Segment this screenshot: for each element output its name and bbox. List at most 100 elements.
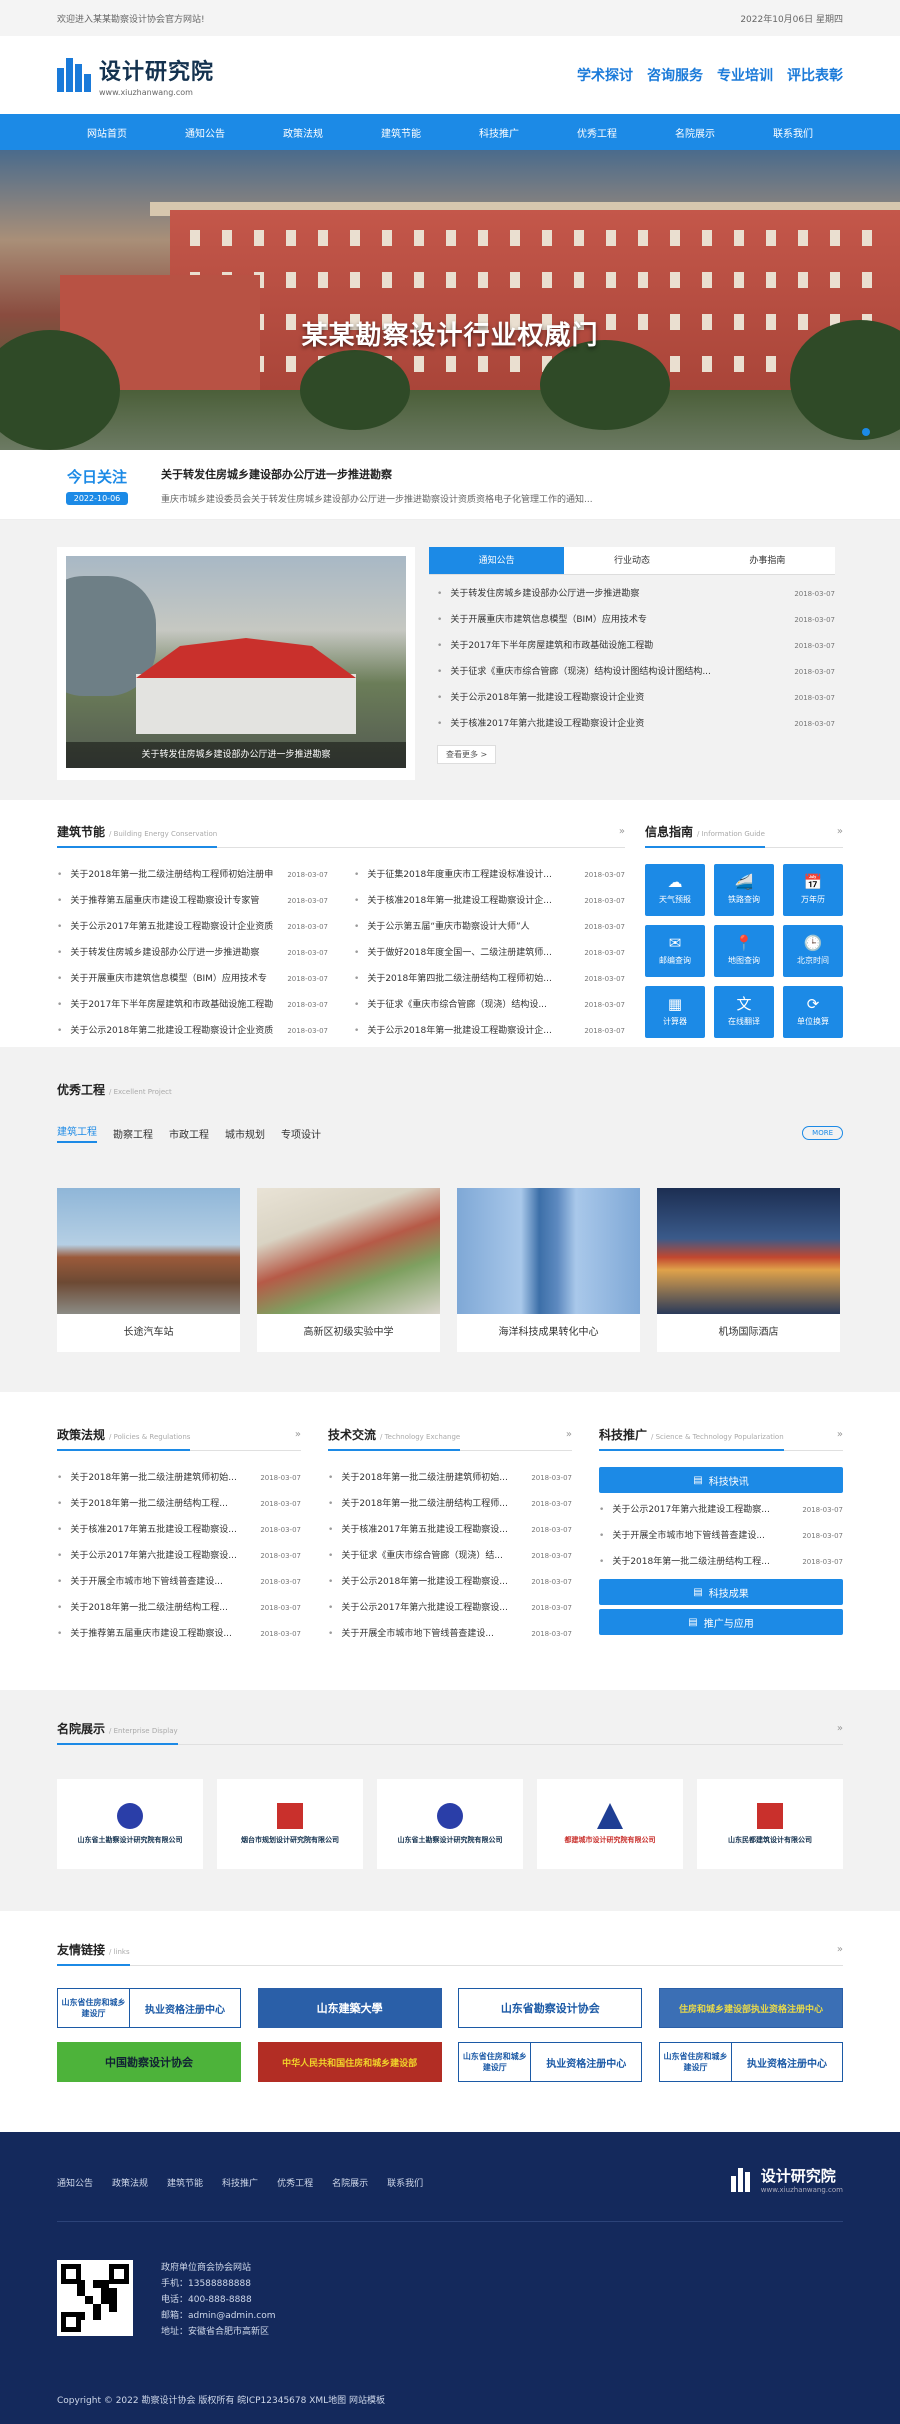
arrow-icon[interactable]: » [837, 826, 843, 837]
slider-dot[interactable] [862, 428, 870, 436]
brand-card[interactable]: 都建城市设计研究院有限公司 [537, 1779, 683, 1869]
list-item[interactable]: 关于推荐第五届重庆市建设工程勘察设...2018-03-07 [57, 1621, 301, 1647]
nav-item[interactable]: 政策法规 [263, 125, 343, 140]
list-item[interactable]: 关于公示2018年第二批建设工程勘察设计企业资质2018-03-07 [57, 1018, 328, 1044]
project-card[interactable]: 海洋科技成果转化中心 [457, 1188, 640, 1352]
list-item[interactable]: 关于转发住房城乡建设部办公厅进一步推进勘察2018-03-07 [57, 940, 328, 966]
list-item[interactable]: 关于开展重庆市建筑信息模型（BIM）应用技术专2018-03-07 [429, 607, 835, 633]
list-item[interactable]: 关于2017年下半年房屋建筑和市政基础设施工程勘2018-03-07 [57, 992, 328, 1018]
list-item[interactable]: 关于转发住房城乡建设部办公厅进一步推进勘察2018-03-07 [429, 581, 835, 607]
railway-button[interactable]: 🚄 铁路查询 [714, 864, 774, 916]
footer-link[interactable]: 优秀工程 [277, 2176, 313, 2189]
list-item[interactable]: 关于公示2017年第六批建设工程勘察设...2018-03-07 [57, 1543, 301, 1569]
friend-link[interactable]: 山东省住房和城乡建设厅 执业资格注册中心 [57, 1988, 241, 2028]
translate-button[interactable]: 文在线翻译 [714, 986, 774, 1038]
arrow-icon[interactable]: » [566, 1429, 572, 1440]
list-item[interactable]: 关于核准2017年第五批建设工程勘察设...2018-03-07 [328, 1517, 572, 1543]
tab-planning[interactable]: 城市规划 [225, 1126, 265, 1141]
header-link[interactable]: 咨询服务 [647, 65, 703, 85]
brand-card[interactable]: 山东省土勘察设计研究院有限公司 [377, 1779, 523, 1869]
list-item[interactable]: 关于公示第五届“重庆市勘察设计大师”人2018-03-07 [354, 914, 625, 940]
footer-logo[interactable]: 设计研究院 www.xiuzhanwang.com [730, 2165, 843, 2194]
arrow-icon[interactable]: » [837, 1429, 843, 1440]
header-link[interactable]: 评比表彰 [787, 65, 843, 85]
map-button[interactable]: 📍 地图查询 [714, 925, 774, 977]
list-item[interactable]: 关于2017年下半年房屋建筑和市政基础设施工程勘2018-03-07 [429, 633, 835, 659]
promotion-button[interactable]: ▤ 推广与应用 [599, 1609, 843, 1635]
list-item[interactable]: 关于2018年第一批二级注册结构工程...2018-03-07 [57, 1595, 301, 1621]
friend-link[interactable]: 山东建築大學 [257, 1988, 442, 2028]
friend-link[interactable]: 山东省勘察设计协会 [458, 1988, 643, 2028]
footer-link[interactable]: 政策法规 [112, 2176, 148, 2189]
list-item[interactable]: 关于公示2017年第六批建设工程勘察...2018-03-07 [599, 1497, 843, 1523]
more-button[interactable]: 查看更多 > [437, 745, 497, 764]
nav-item[interactable]: 名院展示 [655, 125, 735, 140]
list-item[interactable]: 关于公示2018年第一批建设工程勘察设计企业资2018-03-07 [429, 685, 835, 711]
brand-card[interactable]: 山东民都建筑设计有限公司 [697, 1779, 843, 1869]
friend-link[interactable]: 中华人民共和国住房和城乡建设部 [257, 2042, 442, 2082]
friend-link[interactable]: 中国勘察设计协会 [57, 2042, 241, 2082]
convert-button[interactable]: ⟳ 单位换算 [783, 986, 843, 1038]
project-card[interactable]: 长途汽车站 [57, 1188, 240, 1352]
footer-link[interactable]: 科技推广 [222, 2176, 258, 2189]
weather-button[interactable]: ☁ 天气预报 [645, 864, 705, 916]
arrow-icon[interactable]: » [619, 826, 625, 837]
tab-municipal[interactable]: 市政工程 [169, 1126, 209, 1141]
list-item[interactable]: 关于征求《重庆市综合管廊（现浇）结构设计图结构设计图结构...2018-03-0… [429, 659, 835, 685]
header-link[interactable]: 专业培训 [717, 65, 773, 85]
list-item[interactable]: 关于做好2018年度全国一、二级注册建筑师...2018-03-07 [354, 940, 625, 966]
friend-link[interactable]: 山东省住房和城乡建设厅 执业资格注册中心 [658, 2042, 843, 2082]
tab-guide[interactable]: 办事指南 [700, 547, 835, 574]
calendar-button[interactable]: 📅 万年历 [783, 864, 843, 916]
nav-item[interactable]: 网站首页 [67, 125, 147, 140]
list-item[interactable]: 关于开展全市城市地下管线普查建设...2018-03-07 [599, 1523, 843, 1549]
list-item[interactable]: 关于2018年第一批二级注册建筑师初始...2018-03-07 [328, 1465, 572, 1491]
list-item[interactable]: 关于征求《重庆市综合管廊（现浇）结构设...2018-03-07 [354, 992, 625, 1018]
footer-link[interactable]: 名院展示 [332, 2176, 368, 2189]
email[interactable]: 邮箱：admin@admin.com [161, 2308, 275, 2324]
list-item[interactable]: 关于核准2017年第六批建设工程勘察设计企业资2018-03-07 [429, 711, 835, 737]
tech-news-button[interactable]: ▤ 科技快讯 [599, 1467, 843, 1493]
list-item[interactable]: 关于核准2017年第五批建设工程勘察设...2018-03-07 [57, 1517, 301, 1543]
nav-item[interactable]: 优秀工程 [557, 125, 637, 140]
arrow-icon[interactable]: » [837, 1723, 843, 1734]
footer-link[interactable]: 联系我们 [387, 2176, 423, 2189]
tab-notice[interactable]: 通知公告 [429, 547, 565, 574]
tech-results-button[interactable]: ▤ 科技成果 [599, 1579, 843, 1605]
footer-link[interactable]: 通知公告 [57, 2176, 93, 2189]
project-card[interactable]: 高新区初级实验中学 [257, 1188, 440, 1352]
tab-survey[interactable]: 勘察工程 [113, 1126, 153, 1141]
arrow-icon[interactable]: » [295, 1429, 301, 1440]
header-link[interactable]: 学术探讨 [577, 65, 633, 85]
list-item[interactable]: 关于2018年第一批二级注册结构工程...2018-03-07 [57, 1491, 301, 1517]
postcode-button[interactable]: ✉ 邮编查询 [645, 925, 705, 977]
list-item[interactable]: 关于开展全市城市地下管线普查建设...2018-03-07 [57, 1569, 301, 1595]
list-item[interactable]: 关于2018年第一批二级注册结构工程...2018-03-07 [599, 1549, 843, 1575]
brand-card[interactable]: 山东省土勘察设计研究院有限公司 [57, 1779, 203, 1869]
list-item[interactable]: 关于公示2017年第五批建设工程勘察设计企业资质2018-03-07 [57, 914, 328, 940]
footer-link[interactable]: 建筑节能 [167, 2176, 203, 2189]
today-headline[interactable]: 关于转发住房城乡建设部办公厅进一步推进勘察 [161, 466, 593, 482]
list-item[interactable]: 关于核准2018年第一批建设工程勘察设计企...2018-03-07 [354, 888, 625, 914]
list-item[interactable]: 关于开展全市城市地下管线普查建设...2018-03-07 [328, 1621, 572, 1647]
list-item[interactable]: 关于公示2017年第六批建设工程勘察设...2018-03-07 [328, 1595, 572, 1621]
feature-news[interactable]: 关于转发住房城乡建设部办公厅进一步推进勘察 [57, 547, 415, 780]
project-card[interactable]: 机场国际酒店 [657, 1188, 840, 1352]
nav-item[interactable]: 科技推广 [459, 125, 539, 140]
friend-link[interactable]: 住房和城乡建设部执业资格注册中心 [658, 1988, 843, 2028]
list-item[interactable]: 关于征集2018年度重庆市工程建设标准设计...2018-03-07 [354, 862, 625, 888]
list-item[interactable]: 关于推荐第五届重庆市建设工程勘察设计专家管2018-03-07 [57, 888, 328, 914]
tab-architecture[interactable]: 建筑工程 [57, 1123, 97, 1143]
list-item[interactable]: 关于征求《重庆市综合管廊（现浇）结...2018-03-07 [328, 1543, 572, 1569]
more-button[interactable]: MORE [802, 1126, 843, 1140]
friend-link[interactable]: 山东省住房和城乡建设厅 执业资格注册中心 [458, 2042, 643, 2082]
arrow-icon[interactable]: » [837, 1944, 843, 1955]
tab-industry[interactable]: 行业动态 [564, 547, 699, 574]
list-item[interactable]: 关于开展重庆市建筑信息模型（BIM）应用技术专2018-03-07 [57, 966, 328, 992]
clock-button[interactable]: 🕒 北京时间 [783, 925, 843, 977]
logo[interactable]: 设计研究院 www.xiuzhanwang.com [57, 54, 214, 97]
list-item[interactable]: 关于2018年第一批二级注册结构工程师初始注册申2018-03-07 [57, 862, 328, 888]
tab-special[interactable]: 专项设计 [281, 1126, 321, 1141]
nav-item[interactable]: 通知公告 [165, 125, 245, 140]
calculator-button[interactable]: ▦ 计算器 [645, 986, 705, 1038]
